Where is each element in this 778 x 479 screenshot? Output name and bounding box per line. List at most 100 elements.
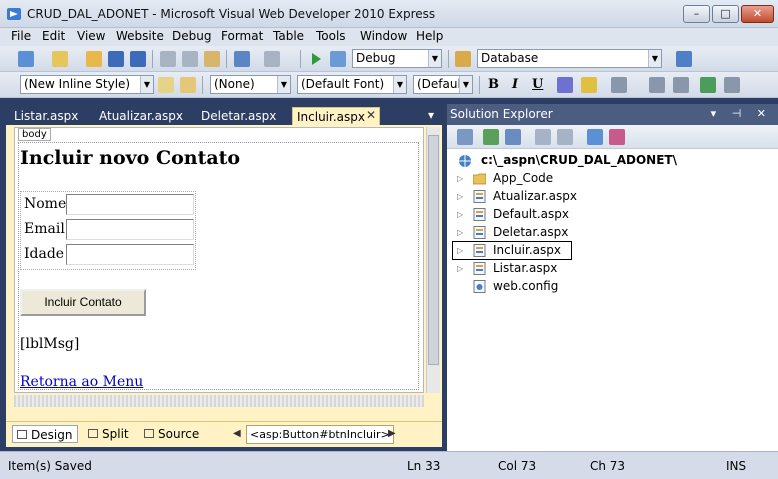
tree-item-label: Atualizar.aspx xyxy=(493,189,577,203)
target-combo[interactable]: Database ▼ xyxy=(477,49,662,68)
menu-help[interactable]: Help xyxy=(416,29,443,43)
view-in-browser-icon[interactable] xyxy=(330,51,346,67)
page-heading: Incluir novo Contato xyxy=(20,147,241,169)
tag-nav-right-icon[interactable]: ▶ xyxy=(388,428,396,439)
expand-icon[interactable]: ▷ xyxy=(457,242,467,259)
asp-net-configuration-icon[interactable] xyxy=(609,129,625,145)
expand-icon[interactable]: ▷ xyxy=(457,224,467,241)
title-bar: CRUD_DAL_ADONET - Microsoft Visual Web D… xyxy=(0,0,778,28)
panel-controls-icon[interactable]: ▾ ⊣ ✕ xyxy=(711,104,772,124)
numbering-icon[interactable] xyxy=(673,77,689,93)
paste-icon[interactable] xyxy=(204,51,220,67)
font-size-combo[interactable]: (Default ▼ xyxy=(413,75,473,94)
vertical-scrollbar[interactable] xyxy=(426,127,440,393)
tab-split[interactable]: Split xyxy=(84,425,140,443)
tree-item-incluir[interactable]: ▷ Incluir.aspx xyxy=(452,241,572,260)
status-bar: Item(s) Saved Ln 33 Col 73 Ch 73 INS xyxy=(0,451,778,479)
menu-website[interactable]: Website xyxy=(116,29,164,43)
nome-input[interactable] xyxy=(66,194,194,215)
tab-deletar[interactable]: Deletar.aspx xyxy=(197,107,287,125)
open-file-icon[interactable] xyxy=(86,51,102,67)
menu-view[interactable]: View xyxy=(77,29,105,43)
tab-atualizar[interactable]: Atualizar.aspx xyxy=(95,107,195,125)
tree-item-label: Listar.aspx xyxy=(493,261,558,275)
tree-item-atualizar[interactable]: ▷ Atualizar.aspx xyxy=(457,188,607,205)
menu-debug[interactable]: Debug xyxy=(172,29,211,43)
view-designer-icon[interactable] xyxy=(557,129,573,145)
menu-format[interactable]: Format xyxy=(221,29,263,43)
highlight-color-icon[interactable] xyxy=(581,77,597,93)
tab-dropdown-icon[interactable]: ▾ xyxy=(428,108,434,122)
tag-nav-left-icon[interactable]: ◀ xyxy=(233,428,241,439)
style-application-icon[interactable] xyxy=(158,77,174,93)
tag-selector-path[interactable]: <asp:Button#btnIncluir> xyxy=(246,425,394,444)
configuration-combo[interactable]: Debug ▼ xyxy=(352,49,442,68)
menu-file[interactable]: File xyxy=(11,29,31,43)
scroll-thumb[interactable] xyxy=(428,135,439,365)
underline-button[interactable]: U xyxy=(532,77,543,92)
status-message: Item(s) Saved xyxy=(8,459,92,473)
email-label: Email xyxy=(24,221,65,237)
incluir-contato-button[interactable]: Incluir Contato xyxy=(20,289,146,316)
copy-icon[interactable] xyxy=(182,51,198,67)
more-options-icon[interactable] xyxy=(724,77,740,93)
menu-window[interactable]: Window xyxy=(360,29,407,43)
idade-input[interactable] xyxy=(66,244,194,265)
design-surface[interactable]: body Incluir novo Contato Nome Email Ida… xyxy=(14,127,424,393)
tree-root[interactable]: c:\_aspn\CRUD_DAL_ADONET\ xyxy=(457,152,757,169)
cut-icon[interactable] xyxy=(160,51,176,67)
horizontal-scrollbar[interactable] xyxy=(14,395,424,407)
tree-item-web-config[interactable]: web.config xyxy=(457,278,607,295)
new-project-icon[interactable] xyxy=(18,51,34,67)
save-icon[interactable] xyxy=(108,51,124,67)
menu-table[interactable]: Table xyxy=(273,29,304,43)
view-tabs-bar: Design Split Source ◀ <asp:Button#btnInc… xyxy=(6,421,442,447)
maximize-button[interactable]: □ xyxy=(712,5,739,23)
menu-tools[interactable]: Tools xyxy=(316,29,346,43)
font-color-icon[interactable] xyxy=(557,77,573,93)
close-tab-icon[interactable]: ✕ xyxy=(366,108,376,122)
tab-listar[interactable]: Listar.aspx xyxy=(10,107,90,125)
solution-explorer-icon[interactable] xyxy=(676,51,692,67)
bold-button[interactable]: B xyxy=(488,77,499,92)
body-tag-label[interactable]: body xyxy=(18,128,51,141)
block-format-combo[interactable]: (None) ▼ xyxy=(210,75,291,94)
bullets-icon[interactable] xyxy=(649,77,665,93)
nest-related-files-icon[interactable] xyxy=(505,129,521,145)
redo-icon[interactable] xyxy=(264,51,280,67)
return-to-menu-link[interactable]: Retorna ao Menu xyxy=(20,374,143,390)
undo-icon[interactable] xyxy=(234,51,250,67)
hyperlink-icon[interactable] xyxy=(700,77,716,93)
expand-icon[interactable]: ▷ xyxy=(457,170,467,187)
tab-source[interactable]: Source xyxy=(140,425,210,443)
align-icon[interactable] xyxy=(611,77,627,93)
start-debugging-icon[interactable] xyxy=(308,51,324,67)
refresh-icon[interactable] xyxy=(483,129,499,145)
email-input[interactable] xyxy=(66,219,194,240)
database-icon[interactable] xyxy=(455,51,471,67)
view-code-icon[interactable] xyxy=(535,129,551,145)
minimize-button[interactable]: – xyxy=(683,5,710,23)
add-item-icon[interactable] xyxy=(52,51,68,67)
tree-item-listar[interactable]: ▷ Listar.aspx xyxy=(457,260,607,277)
chevron-down-icon: ▼ xyxy=(648,50,661,67)
font-family-combo[interactable]: (Default Font) ▼ xyxy=(297,75,407,94)
expand-icon[interactable]: ▷ xyxy=(457,206,467,223)
tree-item-default[interactable]: ▷ Default.aspx xyxy=(457,206,607,223)
copy-website-icon[interactable] xyxy=(587,129,603,145)
tab-design[interactable]: Design xyxy=(12,425,78,443)
properties-icon[interactable] xyxy=(457,129,473,145)
tree-item-deletar[interactable]: ▷ Deletar.aspx xyxy=(457,224,607,241)
target-rule-icon[interactable] xyxy=(180,77,196,93)
expand-icon[interactable]: ▷ xyxy=(457,260,467,277)
save-all-icon[interactable] xyxy=(130,51,146,67)
italic-button[interactable]: I xyxy=(512,77,518,92)
solution-explorer-title: Solution Explorer xyxy=(450,107,553,121)
style-combo[interactable]: (New Inline Style) ▼ xyxy=(20,75,154,94)
tab-split-label: Split xyxy=(102,427,129,441)
close-window-button[interactable]: ✕ xyxy=(741,5,774,23)
tree-item-app-code[interactable]: ▷ App_Code xyxy=(457,170,607,187)
menu-edit[interactable]: Edit xyxy=(42,29,65,43)
expand-icon[interactable]: ▷ xyxy=(457,188,467,205)
tree-item-label: Incluir.aspx xyxy=(493,243,561,257)
